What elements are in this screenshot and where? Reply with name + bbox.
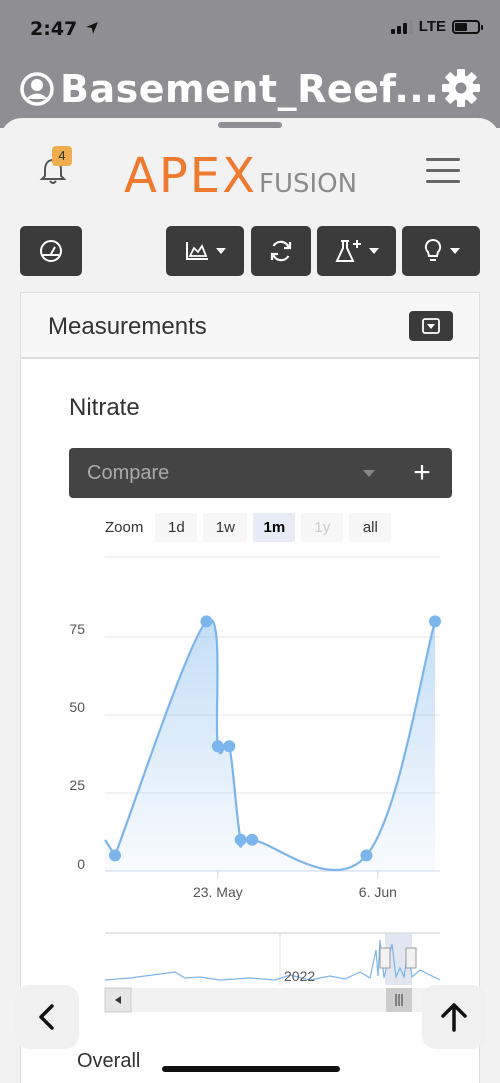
- data-point[interactable]: [234, 833, 247, 846]
- nitrate-chart: 0 25 50 75 23. May 6. Jun: [69, 556, 441, 900]
- zoom-1m-button[interactable]: 1m: [253, 512, 296, 542]
- collapse-panel-button[interactable]: [409, 311, 453, 341]
- data-point[interactable]: [223, 740, 236, 753]
- panel-header: Measurements: [21, 293, 479, 359]
- navigator-right-handle[interactable]: [405, 947, 417, 969]
- caret-square-down-icon: [422, 318, 440, 334]
- flask-plus-icon: [334, 240, 361, 262]
- navigator-left-handle[interactable]: [379, 947, 391, 969]
- status-indicators: LTE: [390, 18, 483, 35]
- y-tick-label: 50: [69, 699, 85, 715]
- home-indicator[interactable]: [162, 1066, 340, 1072]
- zoom-1d-button[interactable]: 1d: [155, 512, 198, 542]
- arrow-up-icon: [441, 1003, 467, 1032]
- area-chart-icon: [186, 242, 208, 260]
- hamburger-menu-icon[interactable]: [426, 158, 460, 186]
- compare-placeholder: Compare: [87, 462, 170, 484]
- logo-apex: APEX: [124, 148, 257, 204]
- lightbulb-icon: [424, 238, 442, 261]
- data-point[interactable]: [211, 740, 224, 753]
- refresh-icon: [270, 240, 292, 262]
- graph-menu-button[interactable]: [166, 226, 244, 276]
- apex-fusion-logo[interactable]: APEX FUSION: [124, 148, 357, 204]
- y-tick-label: 75: [69, 621, 85, 637]
- data-point[interactable]: [246, 833, 259, 846]
- refresh-button[interactable]: [251, 226, 311, 276]
- zoom-selector: Zoom 1d 1w 1m 1y all: [105, 512, 392, 542]
- chevron-down-icon: [363, 470, 375, 477]
- chevron-down-icon: [368, 248, 379, 254]
- panel-title: Measurements: [48, 313, 207, 340]
- data-point[interactable]: [109, 849, 121, 862]
- app-title-bar: Basement_Reef...: [20, 64, 485, 114]
- navigator-year-label: 2022: [284, 968, 315, 984]
- dashboard-button[interactable]: [20, 226, 82, 276]
- add-measurement-button[interactable]: [317, 226, 396, 276]
- gauge-icon: [40, 240, 62, 262]
- status-time-text: 2:47: [30, 18, 78, 40]
- data-point[interactable]: [360, 849, 373, 862]
- site-name: Basement_Reef...: [60, 67, 440, 111]
- compare-add-button[interactable]: +: [407, 456, 437, 490]
- overall-section-title: Overall: [77, 1050, 141, 1072]
- chevron-left-icon: [39, 1004, 54, 1030]
- location-arrow-icon: [85, 22, 98, 34]
- compare-select[interactable]: Compare +: [69, 448, 452, 498]
- logo-fusion: FUSION: [259, 169, 358, 199]
- zoom-1w-button[interactable]: 1w: [203, 512, 248, 542]
- status-time: 2:47: [30, 18, 100, 40]
- y-tick-label: 25: [69, 777, 85, 793]
- chart-title: Nitrate: [69, 394, 140, 421]
- zoom-1y-button: 1y: [301, 512, 344, 542]
- gear-icon[interactable]: [441, 68, 481, 108]
- data-point[interactable]: [429, 615, 441, 628]
- x-tick-label: 6. Jun: [359, 884, 397, 900]
- chevron-down-icon: [216, 248, 226, 254]
- cellular-signal-icon: [390, 19, 413, 34]
- chevron-down-icon: [450, 248, 460, 254]
- notification-badge[interactable]: 4: [52, 146, 72, 166]
- back-button[interactable]: [15, 985, 79, 1049]
- app-header: 4 APEX FUSION: [0, 128, 500, 210]
- help-menu-button[interactable]: [402, 226, 480, 276]
- battery-icon: [452, 19, 483, 34]
- zoom-all-button[interactable]: all: [349, 512, 392, 542]
- zoom-label: Zoom: [105, 518, 144, 536]
- data-point[interactable]: [200, 615, 213, 628]
- user-icon[interactable]: [20, 72, 54, 106]
- y-tick-label: 0: [77, 856, 85, 872]
- x-tick-label: 23. May: [193, 884, 243, 900]
- scroll-to-top-button[interactable]: [422, 985, 486, 1049]
- network-type: LTE: [418, 18, 446, 35]
